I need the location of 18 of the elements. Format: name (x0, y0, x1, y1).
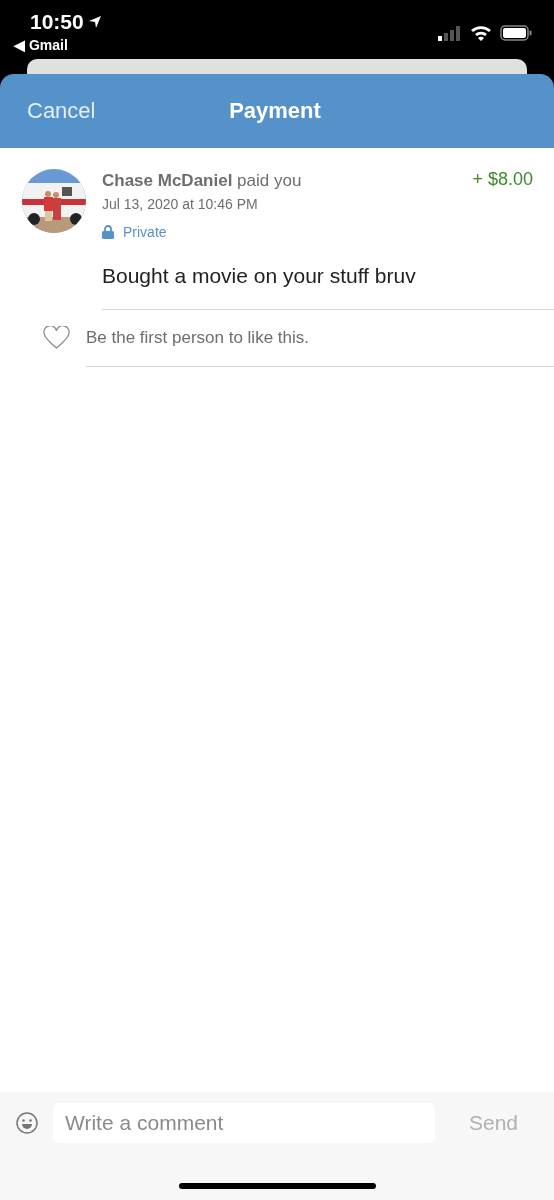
payment-amount: + $8.00 (472, 169, 533, 191)
privacy-label: Private (123, 224, 167, 240)
comment-field[interactable]: Write a comment (53, 1103, 435, 1143)
emoji-icon[interactable] (16, 1112, 38, 1134)
payment-note: Bought a movie on your stuff bruv (102, 264, 416, 287)
lock-icon (102, 225, 114, 239)
wifi-icon (470, 25, 492, 41)
payment-summary: Chase McDaniel paid you (102, 171, 302, 191)
cancel-button[interactable]: Cancel (27, 98, 96, 124)
back-to-app-link[interactable]: ◀ Gmail (14, 37, 68, 53)
payment-date: Jul 13, 2020 at 10:46 PM (102, 196, 259, 212)
likes-text: Be the first person to like this. (86, 328, 309, 347)
heart-icon[interactable] (43, 326, 70, 350)
clock-time: 10:50 (30, 10, 84, 34)
location-arrow-icon (87, 15, 102, 29)
signal-icon (438, 25, 462, 41)
battery-icon (500, 25, 532, 41)
screen-title: Payment (229, 98, 321, 123)
